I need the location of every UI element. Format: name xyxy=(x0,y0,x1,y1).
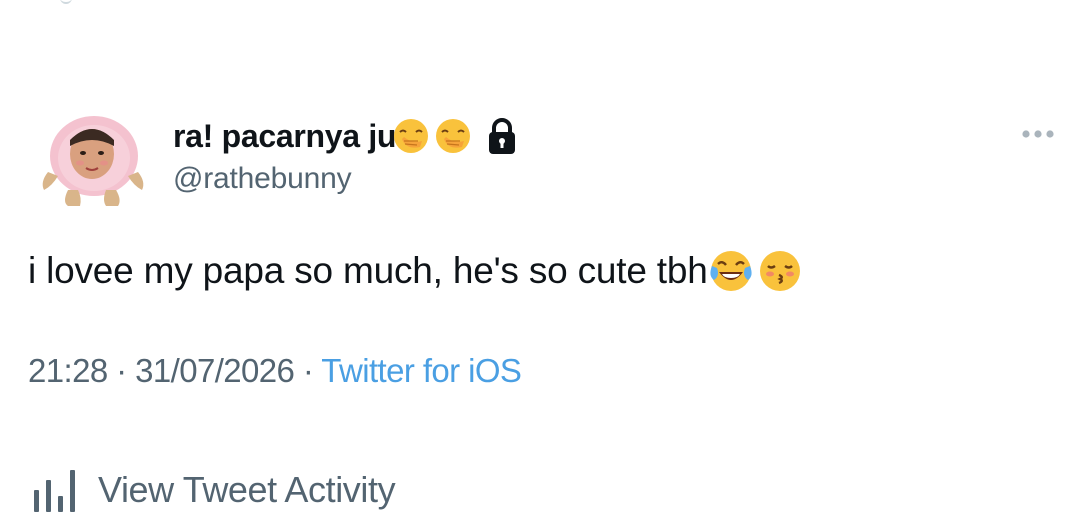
tweet-meta: 21:28 · 31/07/2026 · Twitter for iOS xyxy=(28,352,522,390)
view-tweet-activity-button[interactable]: View Tweet Activity xyxy=(28,466,396,514)
view-tweet-activity-label[interactable]: View Tweet Activity xyxy=(98,469,396,511)
kissing-closed-eyes-emoji xyxy=(757,248,803,294)
avatar[interactable] xyxy=(36,110,148,210)
tears-of-joy-emoji xyxy=(708,248,754,294)
hand-over-mouth-emoji xyxy=(434,117,472,155)
author-handle[interactable]: @rathebunny xyxy=(173,162,352,196)
lock-icon xyxy=(484,116,520,156)
name-emoji-group xyxy=(392,117,472,155)
hand-over-mouth-emoji xyxy=(392,117,430,155)
author-name-row[interactable]: ra! pacarnya ju xyxy=(173,114,520,158)
tweet-card: ra! pacarnya ju @rathebunny i lovee my p… xyxy=(0,0,1080,529)
more-dots-icon xyxy=(1022,130,1054,138)
bar-chart-icon xyxy=(28,466,82,514)
tweet-body: i lovee my papa so much, he's so cute tb… xyxy=(28,246,803,296)
more-options-button[interactable] xyxy=(1018,125,1058,143)
tweet-text: i lovee my papa so much, he's so cute tb… xyxy=(28,250,708,291)
meta-separator: · xyxy=(302,352,322,389)
meta-separator: · xyxy=(116,352,136,389)
tweet-date[interactable]: 31/07/2026 xyxy=(135,352,295,389)
tweet-source-link[interactable]: Twitter for iOS xyxy=(321,352,522,389)
tweet-time[interactable]: 21:28 xyxy=(28,352,108,389)
author-display-name[interactable]: ra! pacarnya ju xyxy=(173,118,396,155)
